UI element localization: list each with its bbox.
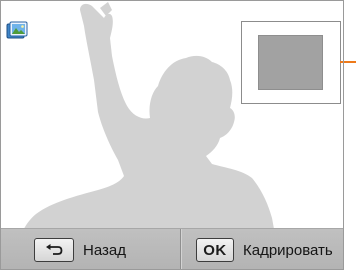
back-button[interactable]: Назад: [34, 238, 126, 262]
callout-line: [340, 61, 356, 63]
crop-selection-area[interactable]: [258, 35, 323, 90]
photo-album-icon: [6, 21, 28, 39]
bottom-action-bar: Назад OK Кадрировать: [0, 228, 344, 270]
crop-button-label: Кадрировать: [243, 241, 333, 259]
crop-ok-button[interactable]: OK Кадрировать: [196, 238, 333, 262]
return-arrow-icon: [46, 244, 63, 255]
ok-key: OK: [196, 238, 234, 262]
back-key: [34, 238, 74, 262]
crop-preview-frame: [241, 21, 341, 104]
back-button-label: Назад: [83, 241, 126, 259]
camera-screen: Назад OK Кадрировать: [0, 0, 344, 270]
bar-divider: [180, 229, 181, 270]
